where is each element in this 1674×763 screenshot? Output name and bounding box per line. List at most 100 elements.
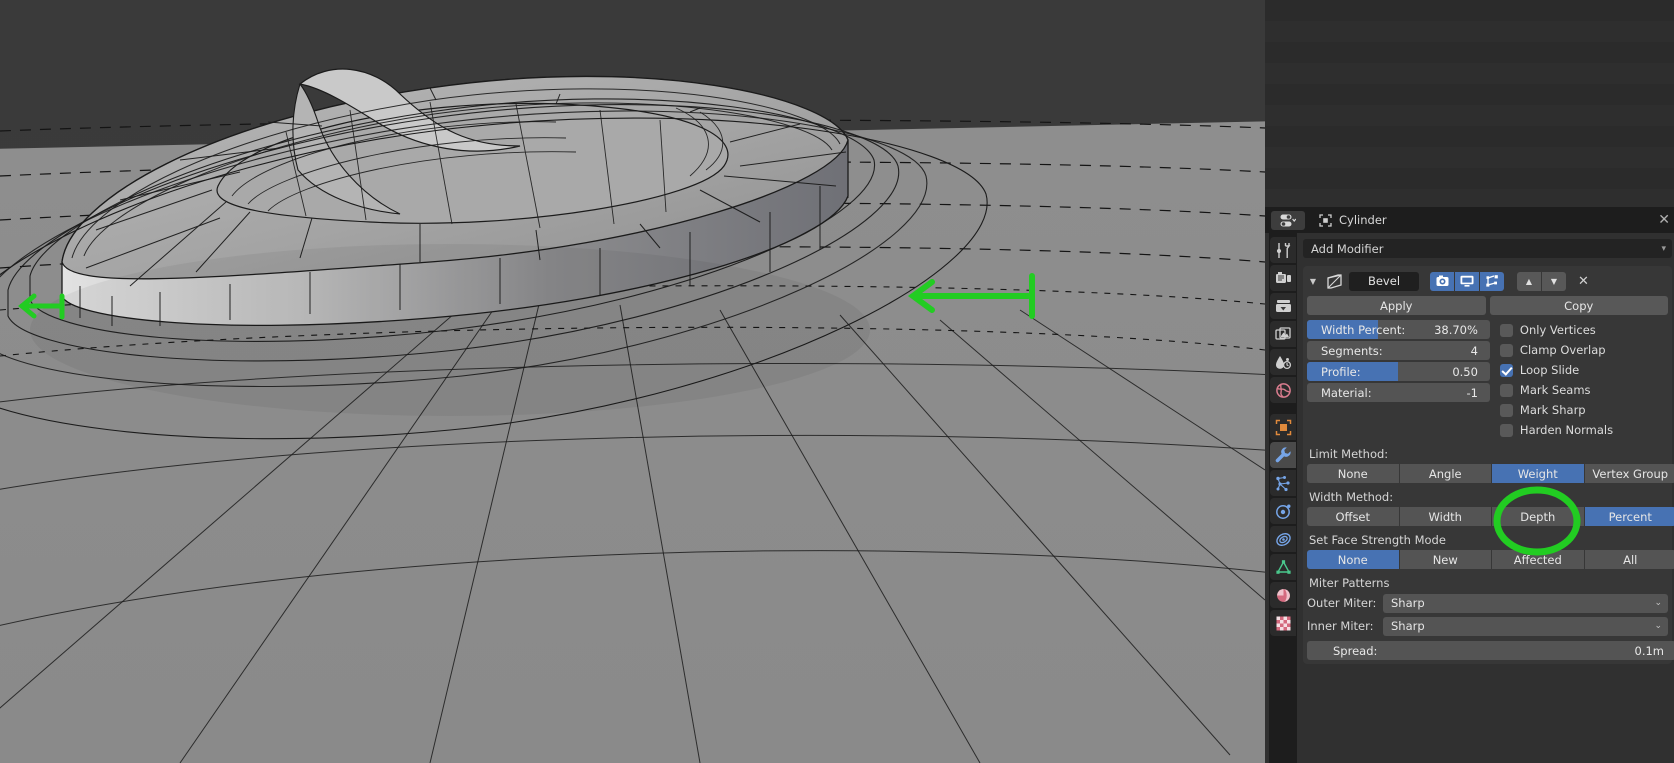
width-percent-field[interactable]: Width Percent: 38.70% [1307, 320, 1490, 339]
material-value: -1 [1466, 385, 1478, 400]
sidebar-item-scene[interactable] [1270, 349, 1296, 375]
width-method-offset[interactable]: Offset [1307, 507, 1399, 526]
inner-miter-dropdown[interactable]: Sharp ⌄ [1383, 616, 1668, 636]
bevel-modifier-icon [1324, 272, 1344, 290]
width-method-width[interactable]: Width [1399, 507, 1491, 526]
sidebar-item-render[interactable] [1270, 265, 1296, 291]
clamp-overlap-checkbox[interactable] [1499, 343, 1513, 357]
limit-method-angle[interactable]: Angle [1399, 464, 1491, 483]
mark-sharp-checkbox-row[interactable]: Mark Sharp [1499, 400, 1668, 420]
outliner-editor[interactable] [1265, 0, 1674, 210]
properties-editor-icon [1280, 214, 1296, 226]
properties-editor: Cylinder ✕ Add Modifier ▾ ▼ Bevel ▲ ▼ ✕ … [1265, 207, 1674, 763]
mark-seams-label: Mark Seams [1519, 383, 1591, 397]
copy-button[interactable]: Copy [1489, 296, 1668, 315]
viewport-render [0, 0, 1265, 763]
close-icon[interactable]: ✕ [1658, 213, 1670, 227]
chevron-down-icon: ⌄ [1654, 621, 1662, 631]
harden-normals-checkbox[interactable] [1499, 423, 1513, 437]
sidebar-item-physics[interactable] [1270, 498, 1296, 524]
object-square-icon [1275, 419, 1291, 435]
sidebar-item-modifiers[interactable] [1270, 442, 1296, 468]
sidebar-item-object[interactable] [1270, 414, 1296, 440]
sidebar-item-output[interactable] [1270, 293, 1296, 319]
outliner-row[interactable] [1265, 126, 1674, 147]
harden-normals-checkbox-row[interactable]: Harden Normals [1499, 420, 1668, 440]
3d-viewport[interactable] [0, 0, 1265, 763]
outliner-row[interactable] [1265, 168, 1674, 189]
loop-slide-checkbox-row[interactable]: Loop Slide [1499, 360, 1668, 380]
tab-group-separator [1270, 405, 1296, 414]
outliner-row[interactable] [1265, 105, 1674, 126]
only-vertices-checkbox-row[interactable]: Only Vertices [1499, 320, 1668, 340]
sidebar-item-view-layer[interactable] [1270, 321, 1296, 347]
physics-orbit-icon [1275, 504, 1290, 519]
spread-label: Spread: [1333, 643, 1378, 658]
outliner-row[interactable] [1265, 63, 1674, 84]
limit-method-none[interactable]: None [1307, 464, 1399, 483]
move-down-button[interactable]: ▼ [1542, 271, 1566, 291]
sidebar-item-material[interactable] [1270, 582, 1296, 608]
limit-method-weight[interactable]: Weight [1492, 464, 1584, 483]
editor-type-selector[interactable] [1271, 210, 1305, 230]
outliner-row[interactable] [1265, 21, 1674, 42]
properties-tab-column [1269, 233, 1297, 763]
apply-copy-row: Apply Copy [1307, 296, 1668, 315]
loop-slide-label: Loop Slide [1519, 363, 1580, 377]
properties-header: Cylinder ✕ [1265, 207, 1674, 233]
sidebar-item-world[interactable] [1270, 377, 1296, 403]
bevel-modifier-card: ▼ Bevel ▲ ▼ ✕ Apply Copy Width Percent: … [1303, 266, 1674, 664]
particles-icon [1275, 475, 1290, 491]
sidebar-item-object-data[interactable] [1270, 554, 1296, 580]
mark-sharp-label: Mark Sharp [1519, 403, 1586, 417]
material-field[interactable]: Material: -1 [1307, 383, 1490, 402]
clamp-overlap-checkbox-row[interactable]: Clamp Overlap [1499, 340, 1668, 360]
object-icon [1319, 213, 1332, 227]
texture-checker-icon [1276, 616, 1290, 630]
face-strength-affected[interactable]: Affected [1492, 550, 1584, 569]
only-vertices-checkbox[interactable] [1499, 323, 1513, 337]
edit-mode-toggle[interactable] [1480, 271, 1504, 291]
profile-value: 0.50 [1452, 364, 1478, 379]
expand-collapse-triangle[interactable]: ▼ [1307, 277, 1319, 286]
wrench-icon [1275, 447, 1291, 463]
spread-value: 0.1m [1634, 643, 1665, 658]
sidebar-item-tool[interactable] [1270, 237, 1296, 263]
outliner-row[interactable] [1265, 42, 1674, 63]
harden-normals-label: Harden Normals [1519, 423, 1614, 437]
outer-miter-dropdown[interactable]: Sharp ⌄ [1383, 593, 1668, 613]
outliner-row[interactable] [1265, 147, 1674, 168]
scene-cone-icon [1275, 355, 1291, 369]
segments-value: 4 [1470, 343, 1478, 358]
mark-seams-checkbox[interactable] [1499, 383, 1513, 397]
sidebar-item-constraints[interactable] [1270, 526, 1296, 552]
move-up-button[interactable]: ▲ [1517, 271, 1541, 291]
delete-modifier-button[interactable]: ✕ [1578, 274, 1589, 289]
segments-field[interactable]: Segments: 4 [1307, 341, 1490, 360]
outliner-row[interactable] [1265, 0, 1674, 21]
add-modifier-button[interactable]: Add Modifier ▾ [1303, 239, 1672, 258]
width-method-percent[interactable]: Percent [1584, 507, 1674, 526]
world-globe-icon [1275, 382, 1291, 398]
sidebar-item-particles[interactable] [1270, 470, 1296, 496]
limit-method-vertex-group[interactable]: Vertex Group [1584, 464, 1674, 483]
render-toggle[interactable] [1430, 271, 1454, 291]
outliner-row[interactable] [1265, 84, 1674, 105]
apply-button[interactable]: Apply [1307, 296, 1486, 315]
mark-sharp-checkbox[interactable] [1499, 403, 1513, 417]
face-strength-new[interactable]: New [1399, 550, 1491, 569]
width-method-label: Width Method: [1309, 490, 1394, 504]
sidebar-item-texture[interactable] [1270, 610, 1296, 636]
face-strength-all[interactable]: All [1584, 550, 1674, 569]
images-icon [1274, 326, 1291, 340]
modifier-name-field[interactable]: Bevel [1349, 271, 1419, 291]
width-method-depth[interactable]: Depth [1492, 507, 1584, 526]
spread-field[interactable]: Spread: 0.1m [1307, 641, 1674, 660]
face-strength-none[interactable]: None [1307, 550, 1399, 569]
profile-field[interactable]: Profile: 0.50 [1307, 362, 1490, 381]
loop-slide-checkbox[interactable] [1499, 363, 1513, 377]
mark-seams-checkbox-row[interactable]: Mark Seams [1499, 380, 1668, 400]
outer-miter-value: Sharp [1391, 596, 1425, 610]
realtime-toggle[interactable] [1455, 271, 1479, 291]
display-toggles [1430, 271, 1504, 291]
